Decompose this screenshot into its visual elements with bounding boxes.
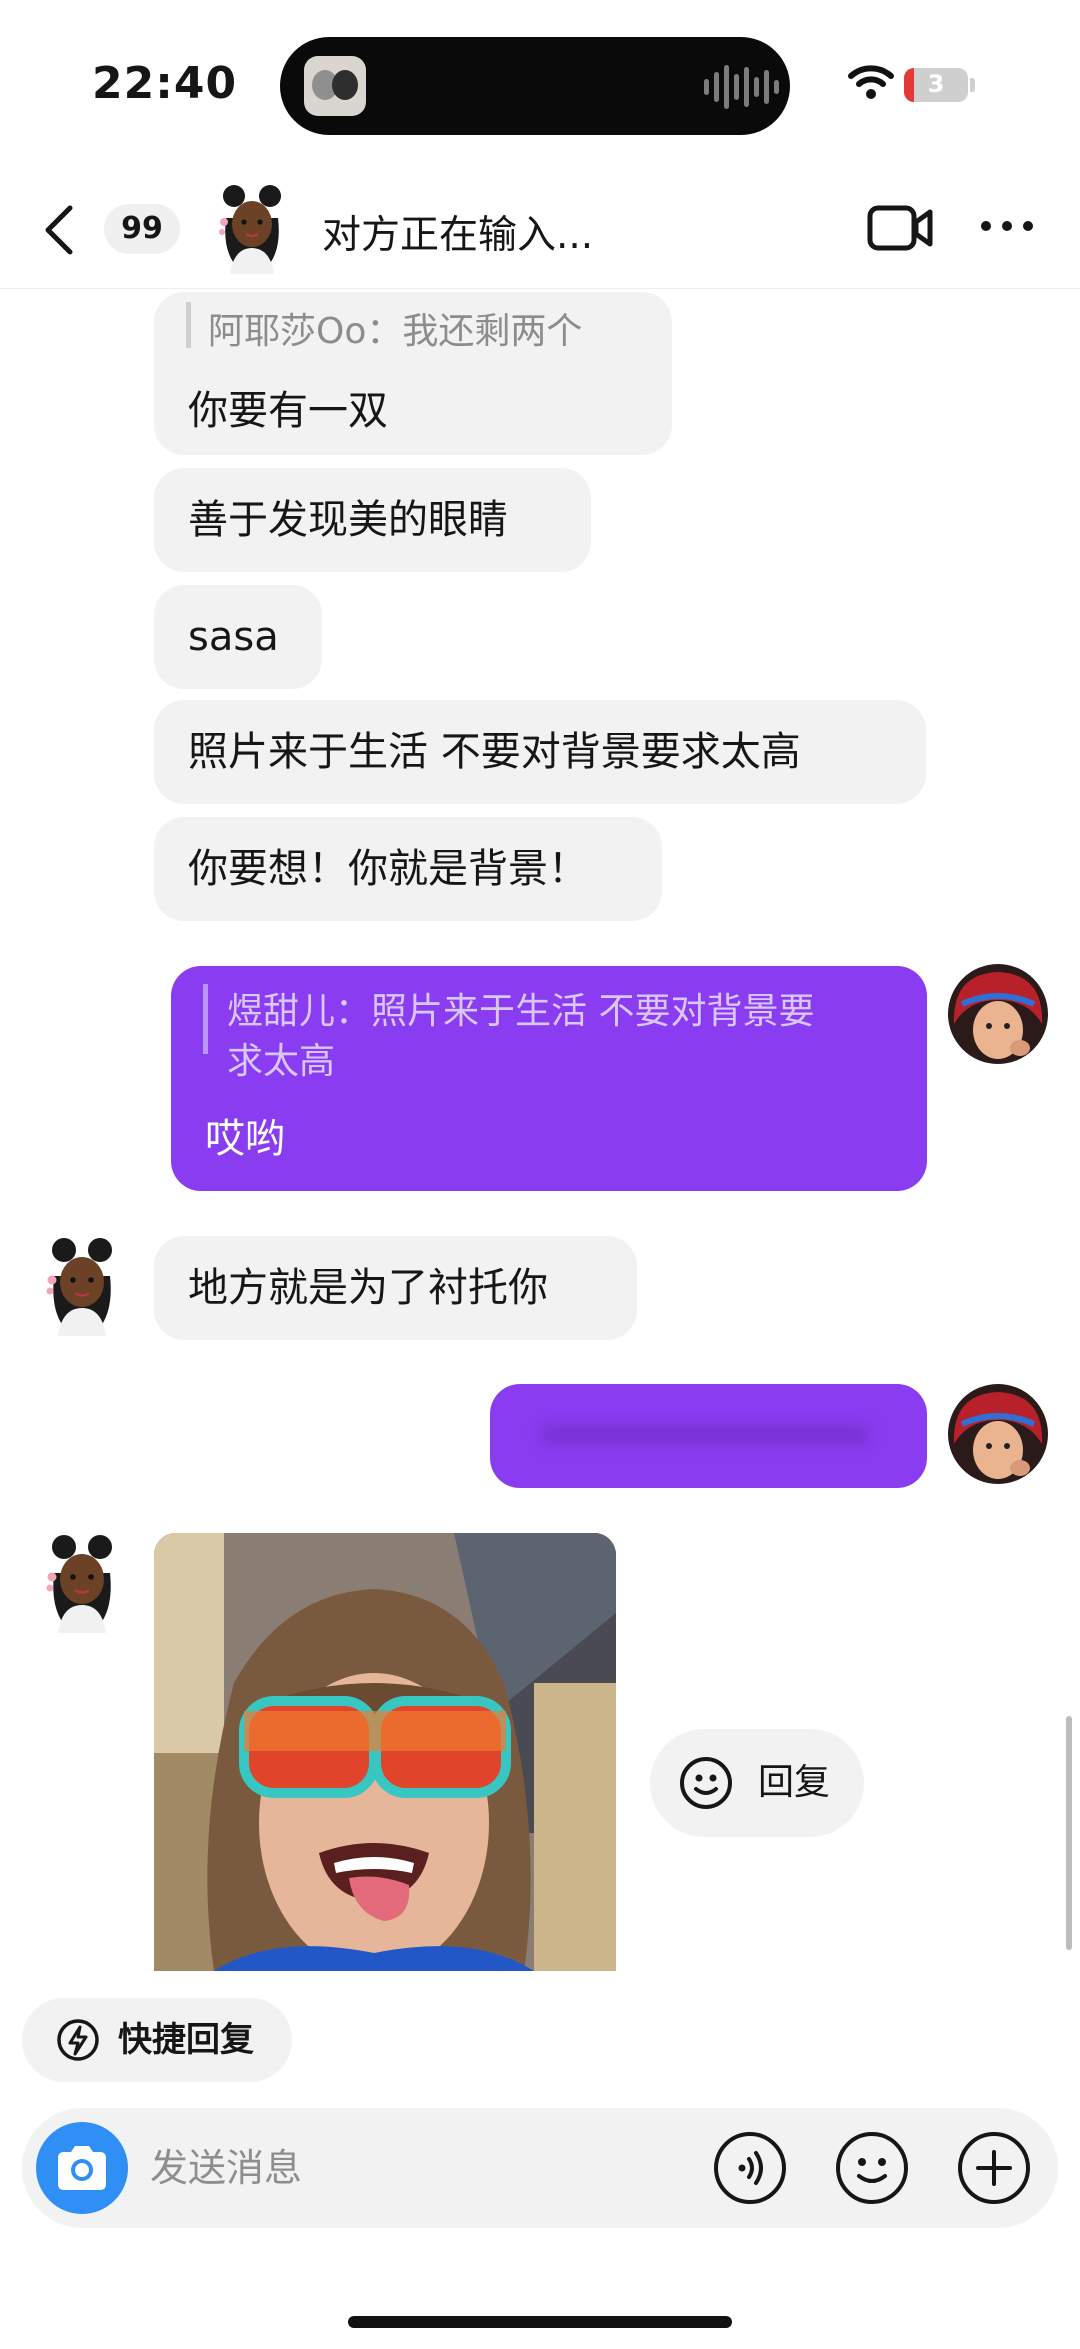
chat-status-title: 对方正在输入...: [322, 213, 594, 258]
smiley-icon: [680, 1757, 732, 1809]
lightning-icon: [57, 2019, 99, 2061]
message-text: 你要有一双: [188, 388, 388, 434]
quoted-message-text: 煜甜儿：照片来于生活 不要对背景要: [227, 991, 815, 1032]
my-avatar[interactable]: [948, 964, 1048, 1064]
quote-bar: [186, 302, 191, 348]
quick-reply-button[interactable]: 快捷回复: [22, 1998, 292, 2082]
scrollbar[interactable]: [1066, 1716, 1072, 1950]
battery-icon: 3: [904, 68, 968, 102]
incoming-message-bubble[interactable]: 照片来于生活 不要对背景要求太高: [154, 700, 926, 804]
blurred-content: [540, 1424, 870, 1446]
quoted-message-text: 求太高: [227, 1041, 336, 1082]
message-text: 哎哟: [205, 1116, 285, 1162]
wifi-icon: [848, 65, 894, 99]
outgoing-message-bubble-blurred[interactable]: [490, 1384, 927, 1488]
outgoing-message-bubble[interactable]: 煜甜儿：照片来于生活 不要对背景要 求太高 哎哟: [171, 966, 927, 1191]
message-input[interactable]: 发送消息: [150, 2136, 302, 2200]
incoming-message-bubble[interactable]: 善于发现美的眼睛: [154, 468, 591, 572]
photo-message[interactable]: [154, 1533, 616, 1971]
camera-button[interactable]: [36, 2122, 128, 2214]
unread-count-badge[interactable]: 99: [104, 204, 180, 254]
header-divider: [0, 288, 1080, 289]
message-text: 照片来于生活 不要对背景要求太高: [188, 729, 801, 775]
incoming-message-bubble[interactable]: sasa: [154, 585, 322, 689]
my-avatar[interactable]: [948, 1384, 1048, 1484]
quick-reply-label: 快捷回复: [118, 2020, 254, 2060]
message-text: 地方就是为了衬托你: [188, 1265, 548, 1311]
incoming-message-bubble[interactable]: 阿耶莎Oo：我还剩两个 你要有一双: [154, 292, 672, 455]
now-playing-thumbnail[interactable]: [304, 56, 366, 116]
video-call-icon[interactable]: [866, 200, 934, 256]
reply-button-label: 回复: [758, 1762, 831, 1803]
emoji-icon[interactable]: [834, 2130, 910, 2206]
contact-avatar[interactable]: [32, 1533, 132, 1633]
message-text: 你要想！你就是背景！: [188, 846, 588, 892]
camera-icon: [58, 2146, 106, 2190]
contact-avatar[interactable]: [32, 1236, 132, 1336]
message-text: sasa: [188, 614, 279, 660]
plus-icon[interactable]: [956, 2130, 1032, 2206]
message-text: 善于发现美的眼睛: [188, 497, 508, 543]
reply-button[interactable]: 回复: [650, 1729, 864, 1837]
quoted-message-text: 阿耶莎Oo：我还剩两个: [208, 311, 583, 352]
back-chevron-icon[interactable]: [40, 202, 80, 258]
incoming-message-bubble[interactable]: 地方就是为了衬托你: [154, 1236, 637, 1340]
home-indicator: [348, 2316, 732, 2328]
more-options-icon[interactable]: [980, 214, 1034, 238]
voice-message-icon[interactable]: [712, 2130, 788, 2206]
battery-cap: [970, 78, 975, 92]
status-time: 22:40: [92, 58, 238, 109]
incoming-message-bubble[interactable]: 你要想！你就是背景！: [154, 817, 662, 921]
quote-bar: [203, 984, 208, 1054]
battery-level: 3: [927, 70, 945, 98]
contact-avatar[interactable]: [208, 182, 296, 274]
audio-wave-icon: [704, 62, 779, 112]
